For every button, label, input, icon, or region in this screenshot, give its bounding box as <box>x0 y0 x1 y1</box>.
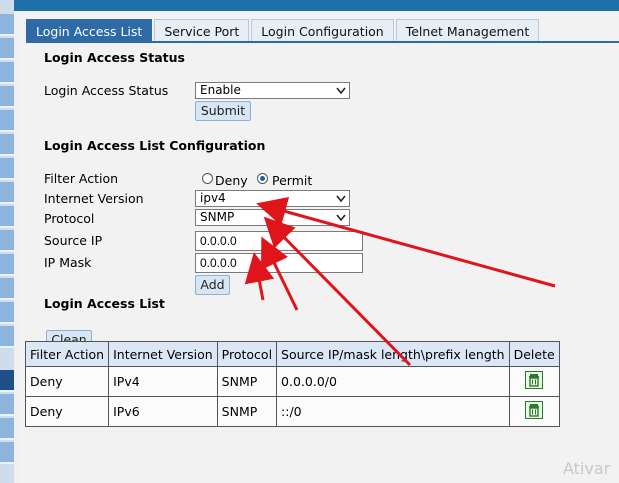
annotation-arrow <box>260 236 299 311</box>
annotation-arrow <box>244 252 275 301</box>
watermark: Ativar <box>563 459 611 478</box>
annotation-arrows <box>244 196 556 367</box>
annotation-arrow <box>256 196 556 288</box>
